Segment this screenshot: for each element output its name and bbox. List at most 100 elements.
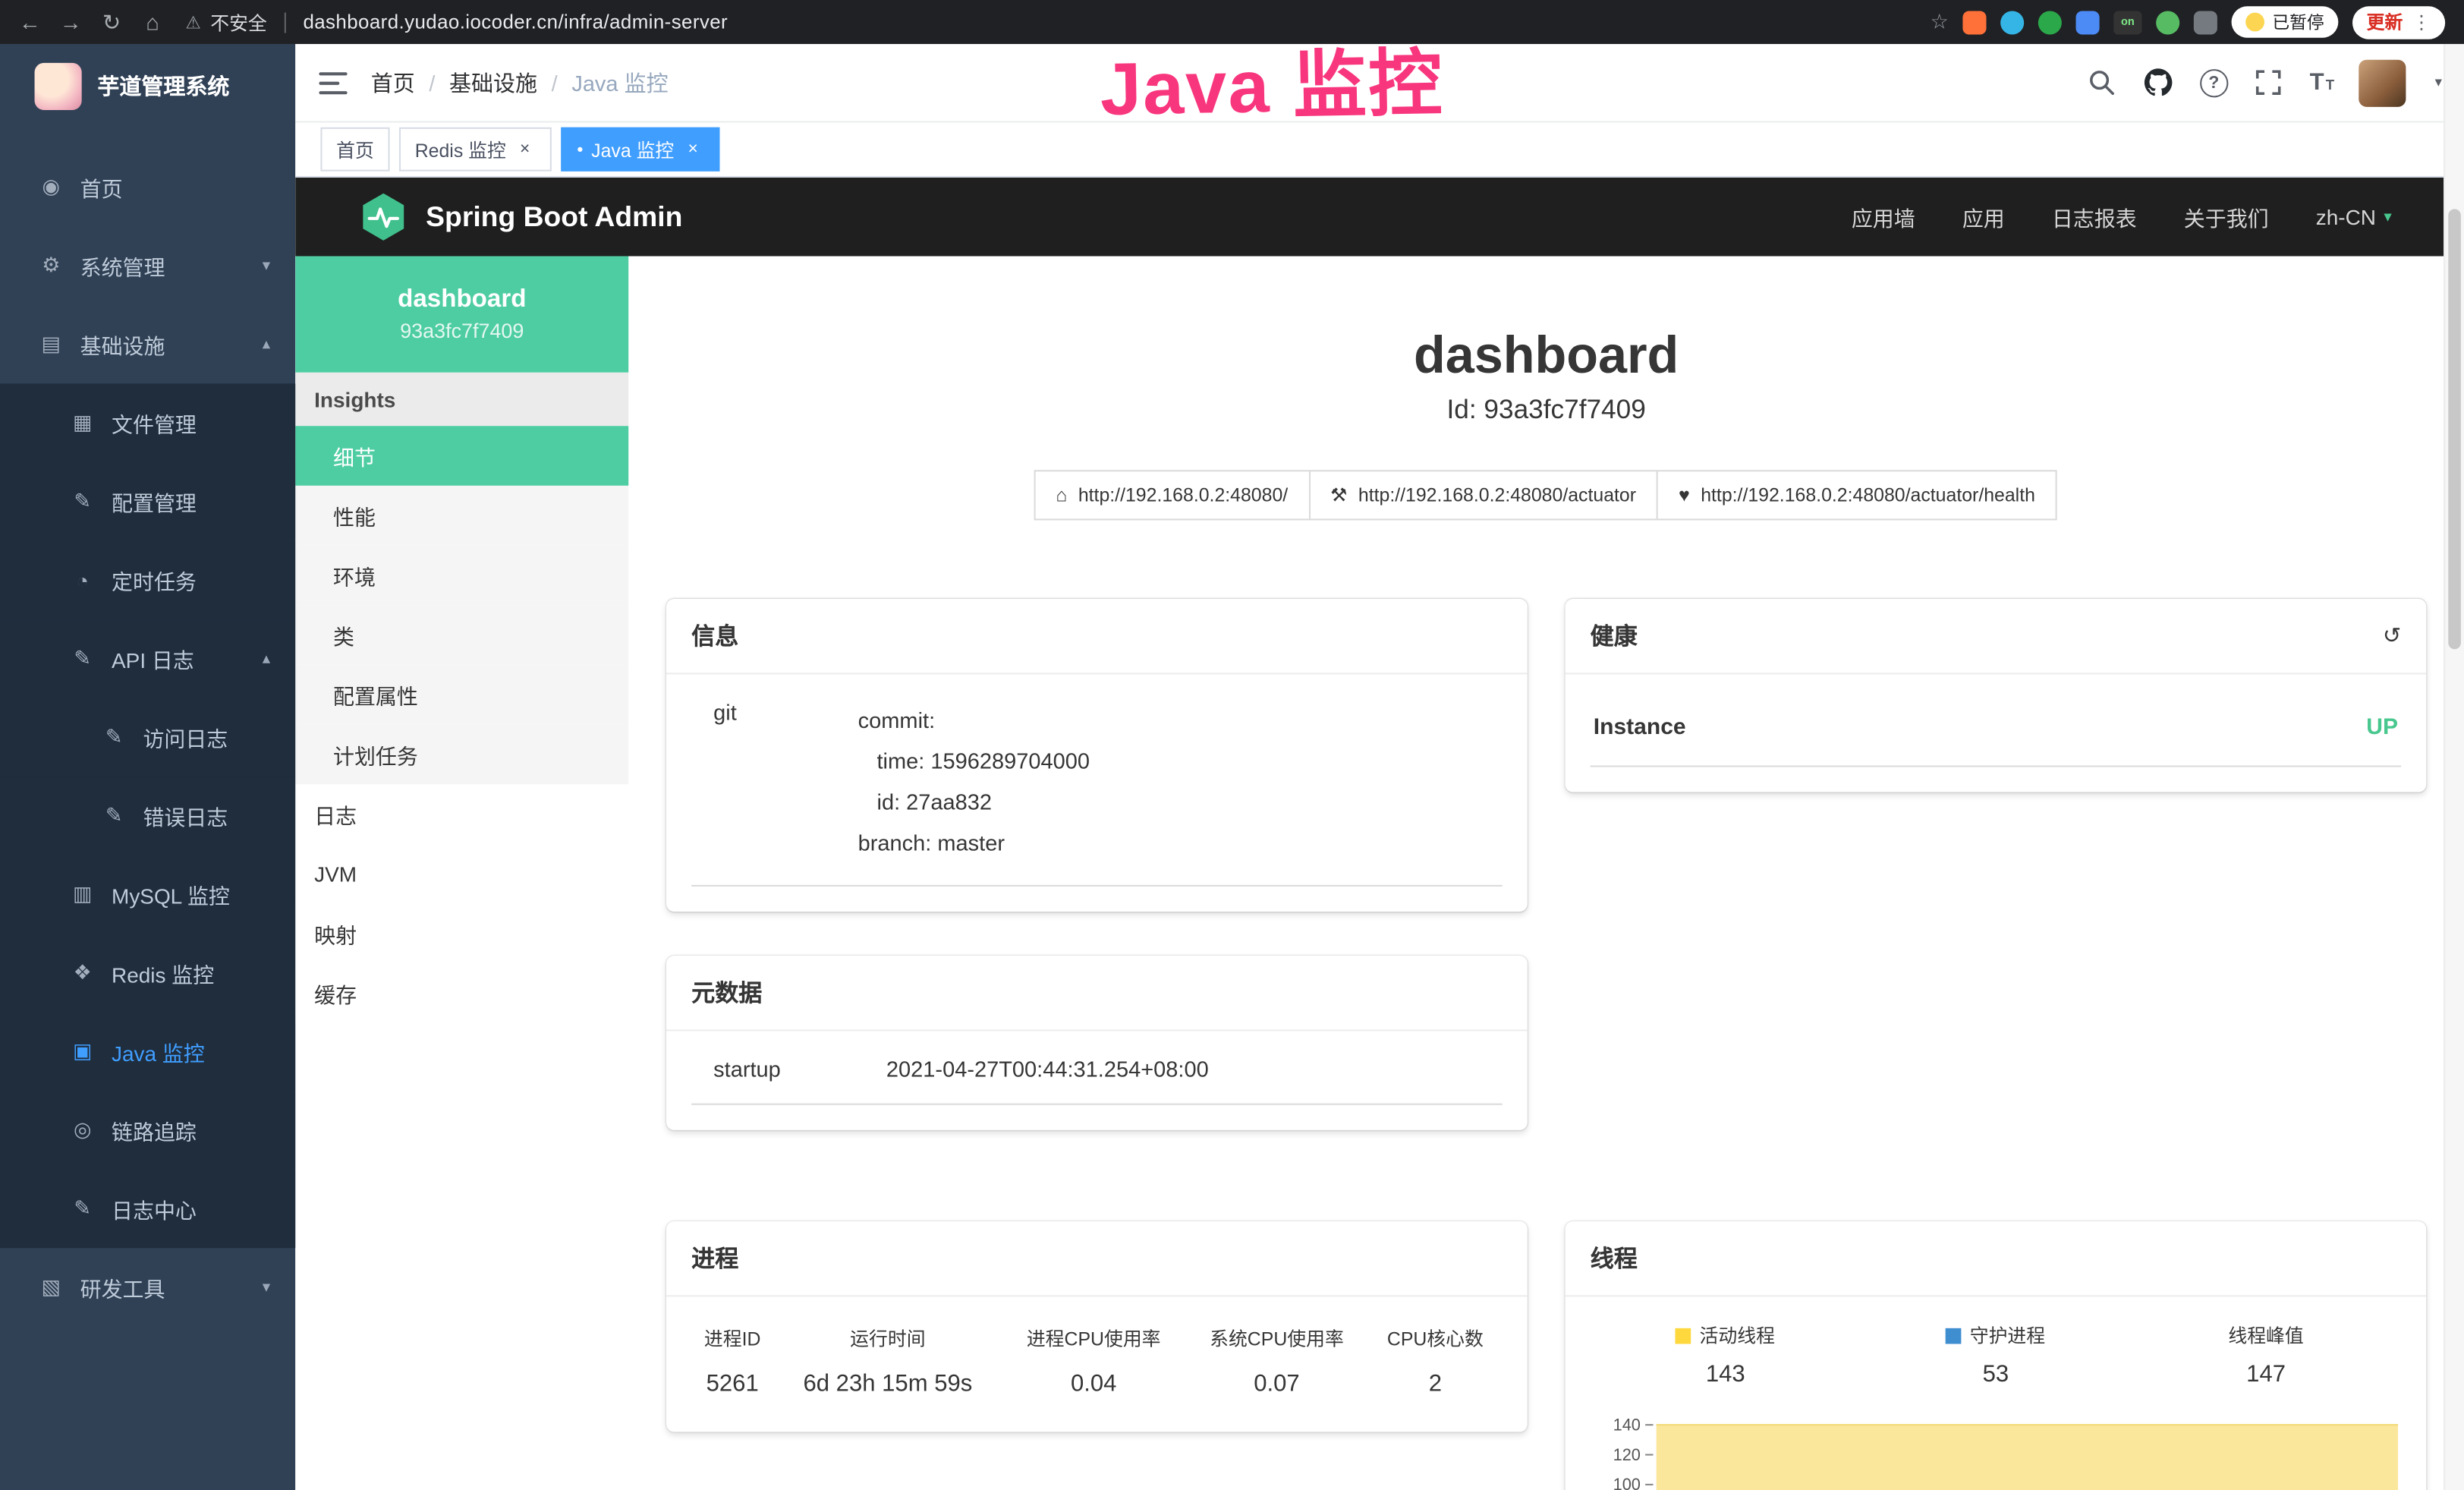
- extension-fox-icon[interactable]: [1962, 10, 1986, 33]
- bookmark-star-icon[interactable]: ☆: [1931, 9, 1949, 34]
- sidebar-item-error-logs[interactable]: ✎ 错误日志: [0, 777, 295, 855]
- cards-row-1: 信息 git commit: time: 1596289704000: [666, 599, 2426, 912]
- item-label: 性能: [333, 500, 376, 531]
- sidebar-item-scheduled-jobs[interactable]: ◔ 定时任务: [0, 540, 295, 619]
- tab-home[interactable]: 首页: [320, 128, 389, 172]
- font-size-icon[interactable]: T T: [2310, 71, 2334, 94]
- extension-green-icon[interactable]: [2038, 10, 2062, 33]
- search-icon[interactable]: [2087, 67, 2118, 98]
- sidebar-item-label: 研发工具: [80, 1271, 165, 1303]
- sidebar-item-java-monitor[interactable]: ▣ Java 监控: [0, 1013, 295, 1092]
- sba-navbar: Spring Boot Admin 应用墙 应用 日志报表 关于我们 zh-CN…: [295, 178, 2464, 257]
- sidebar-item-access-logs[interactable]: ✎ 访问日志: [0, 698, 295, 777]
- sba-item-environment[interactable]: 环境: [295, 546, 628, 606]
- browser-menu-icon[interactable]: ⋮: [2412, 11, 2431, 33]
- legend-label: 守护进程: [1970, 1322, 2045, 1349]
- sidebar-item-home[interactable]: ◉ 首页: [0, 148, 295, 227]
- link-base-url[interactable]: ⌂ http://192.168.0.2:48080/: [1034, 470, 1310, 520]
- sidebar-item-config-mgmt[interactable]: ✎ 配置管理: [0, 462, 295, 541]
- hamburger-icon[interactable]: [317, 67, 348, 98]
- error-log-icon: ✎: [101, 803, 127, 828]
- row-label: startup: [691, 1057, 886, 1082]
- url-text[interactable]: dashboard.yudao.iocoder.cn/infra/admin-s…: [303, 11, 728, 33]
- sba-item-jvm[interactable]: JVM: [295, 844, 628, 904]
- extension-on-badge[interactable]: on: [2113, 10, 2141, 33]
- sidebar-item-redis-monitor[interactable]: ❖ Redis 监控: [0, 934, 295, 1013]
- sba-app-block[interactable]: dashboard 93a3fc7f7409: [295, 257, 628, 373]
- sba-item-performance[interactable]: 性能: [295, 486, 628, 546]
- sba-nav-journal[interactable]: 日志报表: [2052, 201, 2137, 232]
- history-icon[interactable]: ↺: [2383, 622, 2401, 649]
- sidebar-item-infrastructure[interactable]: ▤ 基础设施 ▴: [0, 305, 295, 384]
- extension-grid-icon[interactable]: [2076, 10, 2100, 33]
- breadcrumb-infrastructure[interactable]: 基础设施: [449, 67, 537, 98]
- col-header: CPU核心数: [1368, 1322, 1503, 1359]
- files-icon: ▦: [69, 410, 96, 435]
- sba-item-logs[interactable]: 日志: [295, 784, 628, 844]
- sidebar-item-file-mgmt[interactable]: ▦ 文件管理: [0, 383, 295, 462]
- sba-nav-applications[interactable]: 应用: [1962, 201, 2005, 232]
- scrollbar[interactable]: [2444, 44, 2464, 1490]
- scrollbar-thumb[interactable]: [2448, 209, 2461, 649]
- java-icon: ▣: [69, 1039, 96, 1064]
- sba-brand[interactable]: Spring Boot Admin: [358, 192, 682, 242]
- app-title: 芋道管理系统: [97, 71, 229, 102]
- sba-item-scheduled-tasks[interactable]: 计划任务: [295, 725, 628, 785]
- back-icon[interactable]: ←: [13, 9, 48, 34]
- cell-process-cpu: 0.04: [1002, 1358, 1185, 1407]
- avatar-caret-icon[interactable]: ▾: [2435, 74, 2442, 91]
- sidebar-item-tracing[interactable]: ◎ 链路追踪: [0, 1091, 295, 1170]
- link-actuator[interactable]: ⚒ http://192.168.0.2:48080/actuator: [1308, 470, 1658, 520]
- user-avatar[interactable]: [2359, 59, 2406, 106]
- question-glyph: ?: [2208, 73, 2219, 92]
- link-health[interactable]: ♥ http://192.168.0.2:48080/actuator/heal…: [1657, 470, 2057, 520]
- legend-daemon-threads: 守护进程 53: [1861, 1322, 2131, 1388]
- breadcrumb-home[interactable]: 首页: [371, 67, 415, 98]
- app-logo-row[interactable]: 芋道管理系统: [0, 44, 295, 129]
- fullscreen-icon[interactable]: [2253, 67, 2284, 98]
- instance-label: Instance: [1594, 715, 1686, 740]
- extension-drop-icon[interactable]: [2000, 10, 2024, 33]
- sba-item-mappings[interactable]: 映射: [295, 904, 628, 964]
- tab-redis-monitor[interactable]: Redis 监控 ×: [399, 128, 552, 172]
- extension-leaf-icon[interactable]: [2156, 10, 2179, 33]
- breadcrumb-separator: /: [429, 70, 435, 95]
- legend-live-threads: 活动线程 143: [1591, 1322, 1861, 1388]
- sba-item-caches[interactable]: 缓存: [295, 963, 628, 1023]
- github-icon[interactable]: [2143, 67, 2174, 98]
- tick-mark: [1645, 1484, 1653, 1485]
- sba-item-classes[interactable]: 类: [295, 605, 628, 665]
- sidebar-item-log-center[interactable]: ✎ 日志中心: [0, 1170, 295, 1249]
- reload-icon[interactable]: ↻: [94, 8, 129, 35]
- sba-nav-wallboard[interactable]: 应用墙: [1852, 201, 1915, 232]
- annotation-text: Java 监控: [1099, 22, 1444, 137]
- help-icon[interactable]: ?: [2200, 68, 2228, 96]
- group-label: Insights: [314, 387, 395, 411]
- security-label[interactable]: 不安全: [210, 8, 267, 35]
- sba-nav-about[interactable]: 关于我们: [2184, 201, 2269, 232]
- sba-item-config-props[interactable]: 配置属性: [295, 665, 628, 725]
- sidebar-item-api-logs[interactable]: ✎ API 日志 ▴: [0, 619, 295, 698]
- address-bar[interactable]: ⚠ 不安全 dashboard.yudao.iocoder.cn/infra/a…: [185, 8, 1924, 35]
- sba-locale-select[interactable]: zh-CN ▾: [2316, 205, 2392, 228]
- main-column: 首页 / 基础设施 / Java 监控 ?: [295, 44, 2464, 1490]
- sidebar-item-dev-tools[interactable]: ▧ 研发工具 ▾: [0, 1248, 295, 1327]
- browser-home-icon[interactable]: ⌂: [135, 9, 170, 34]
- sidebar-item-system-mgmt[interactable]: ⚙ 系统管理 ▾: [0, 226, 295, 305]
- metadata-card: 元数据 startup 2021-04-27T00:44:31.254+08:0…: [666, 956, 1528, 1130]
- sba-brand-label: Spring Boot Admin: [426, 200, 682, 233]
- item-label: 计划任务: [333, 739, 418, 770]
- tab-java-monitor[interactable]: ● Java 监控 ×: [561, 128, 719, 172]
- forward-icon[interactable]: →: [53, 9, 88, 34]
- paused-badge[interactable]: 已暂停: [2232, 6, 2339, 37]
- sidebar-item-label: 配置管理: [112, 486, 197, 517]
- extensions-puzzle-icon[interactable]: [2194, 10, 2217, 33]
- close-icon[interactable]: ×: [682, 138, 704, 160]
- sidebar-item-mysql-monitor[interactable]: ▥ MySQL 监控: [0, 855, 295, 934]
- sba-item-details[interactable]: 细节: [295, 426, 628, 486]
- update-button[interactable]: 更新 ⋮: [2352, 5, 2445, 38]
- health-card-body: Instance UP: [1566, 674, 2427, 792]
- col-header: 进程CPU使用率: [1002, 1322, 1185, 1359]
- close-icon[interactable]: ×: [514, 138, 536, 160]
- update-label: 更新: [2367, 9, 2403, 34]
